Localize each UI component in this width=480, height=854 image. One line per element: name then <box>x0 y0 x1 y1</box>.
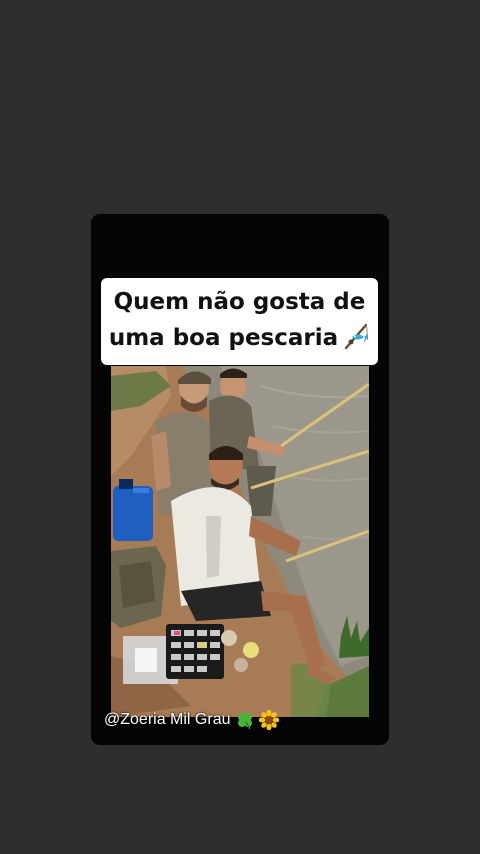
watermark: @Zoeria Mil Grau <box>104 707 279 733</box>
sunflower-icon <box>258 710 279 730</box>
caption-line-2-text: uma boa pescaria <box>108 325 339 351</box>
caption-sticker: Quem não gosta de uma boa pescaria <box>101 278 378 365</box>
watermark-text: @Zoeria Mil Grau <box>104 711 231 728</box>
photo-illustration <box>111 366 369 717</box>
story-photo <box>111 366 369 717</box>
story-viewer: Quem não gosta de uma boa pescaria @Zoer… <box>0 0 480 854</box>
caption-line-2: uma boa pescaria <box>107 320 372 356</box>
caption-line-1: Quem não gosta de <box>113 289 366 315</box>
fishing-pole-icon <box>344 323 369 350</box>
four-leaf-clover-icon <box>237 713 252 730</box>
